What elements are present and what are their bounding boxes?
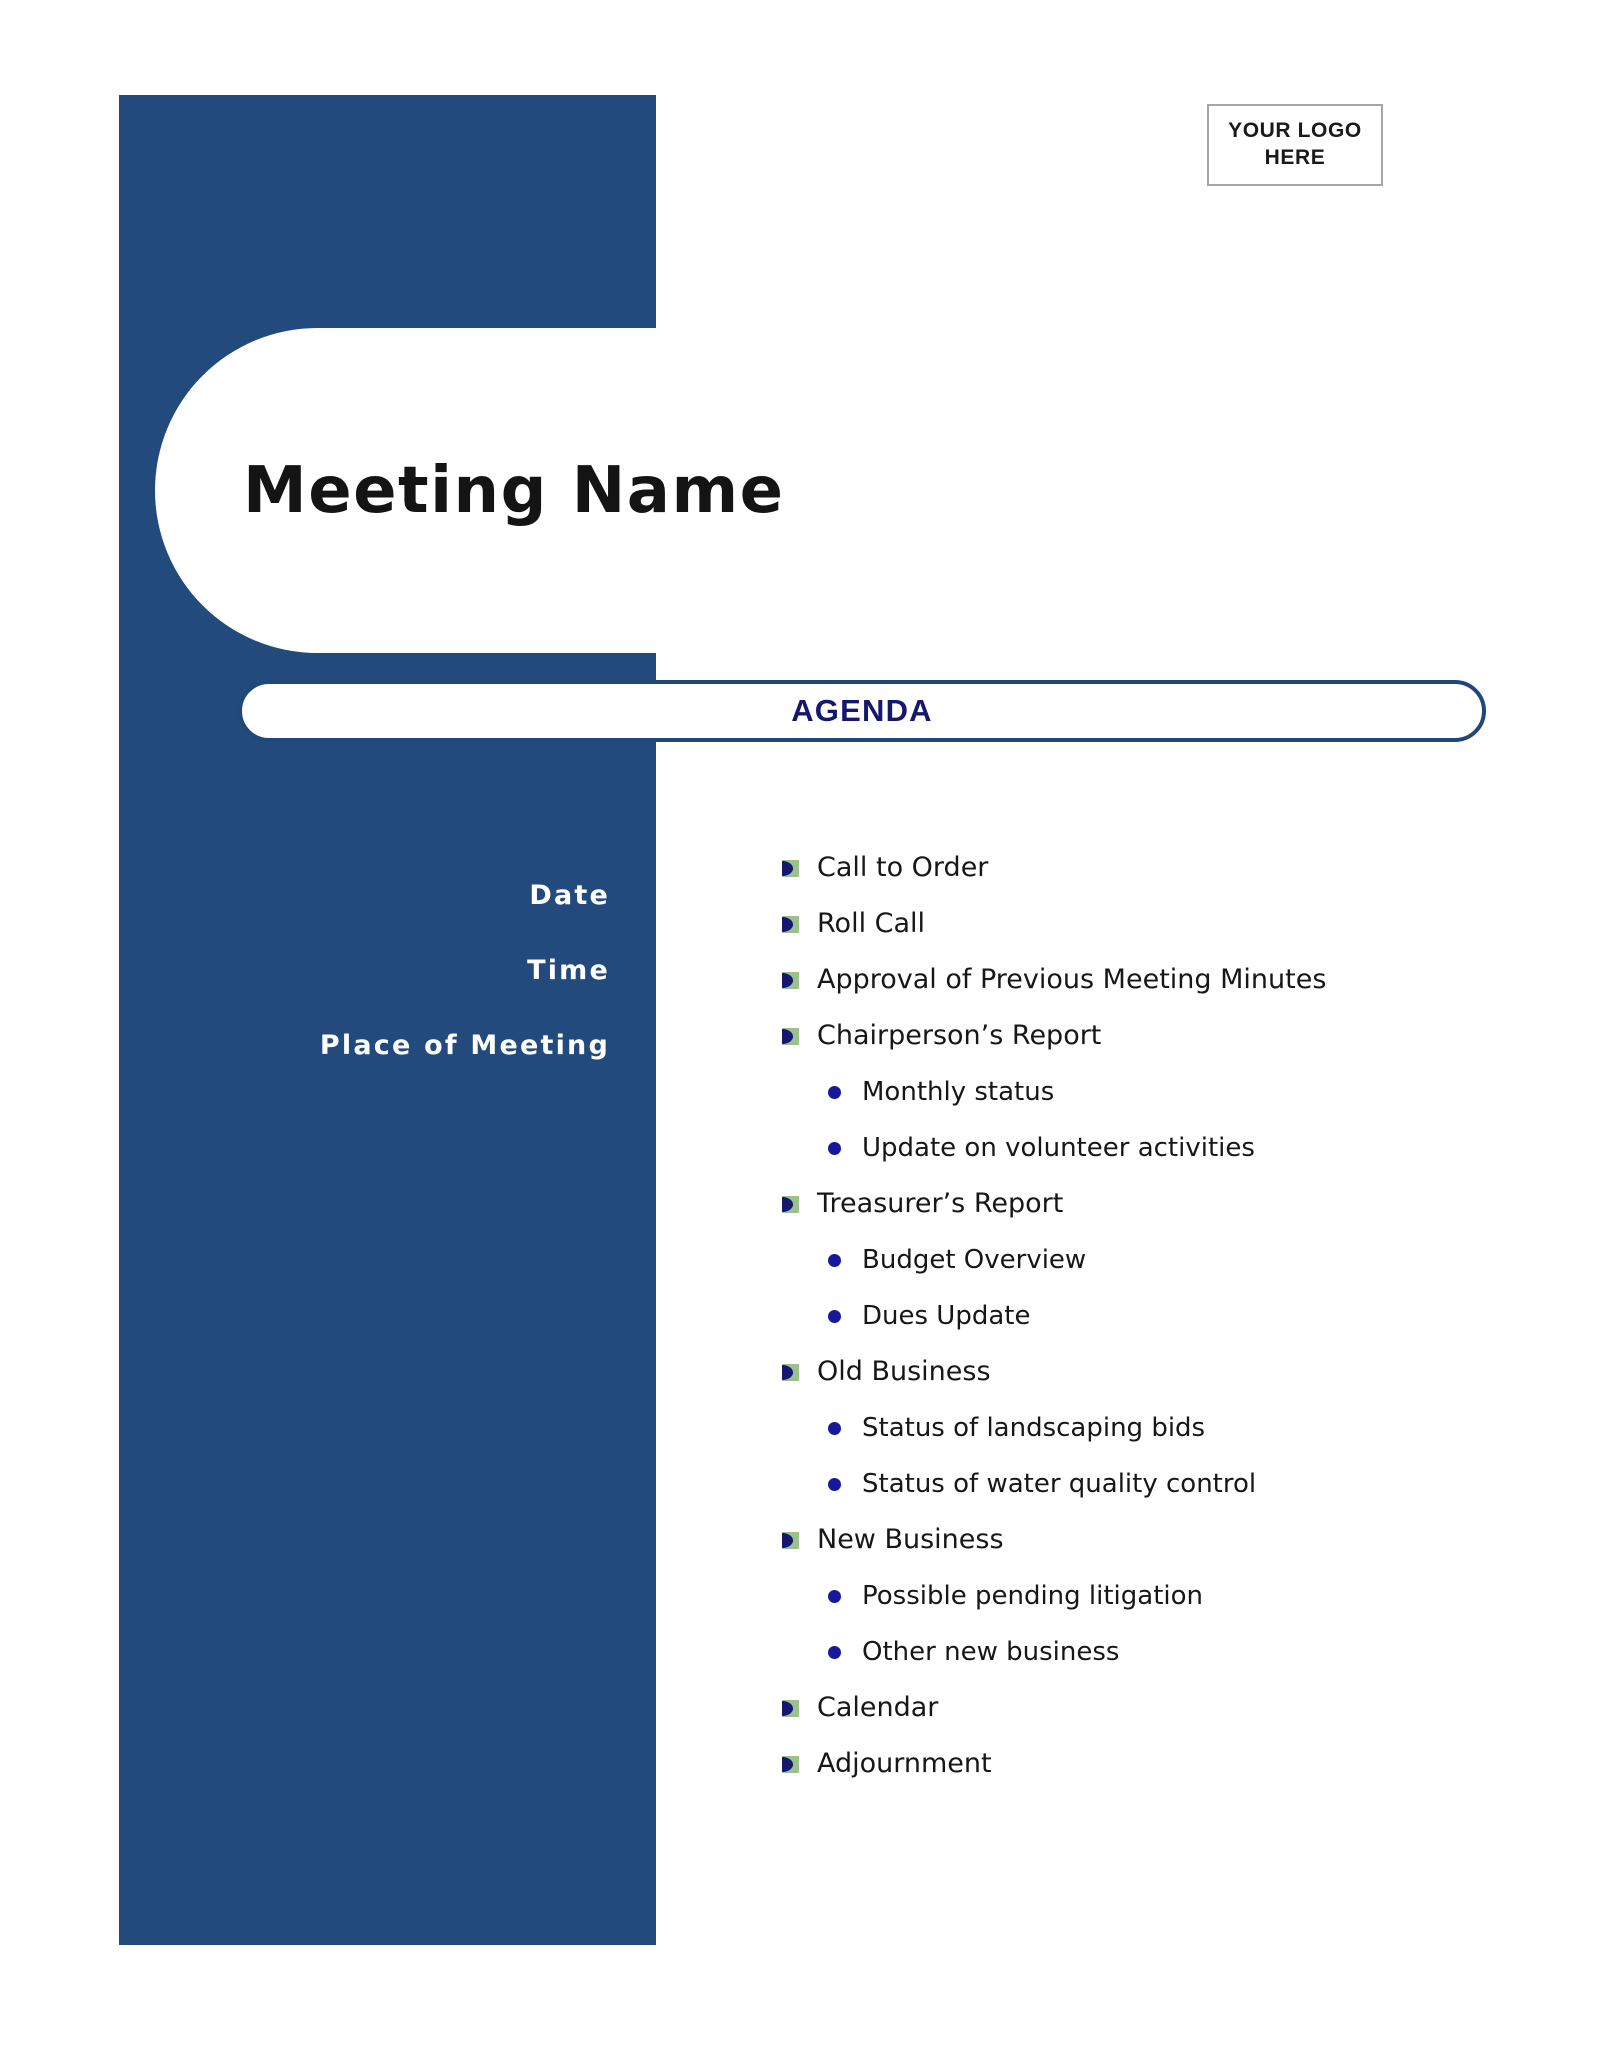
navy-dot-bullet-icon bbox=[828, 1086, 841, 1099]
sidebar-field-date: Date bbox=[529, 880, 610, 911]
agenda-item-label: Calendar bbox=[817, 1692, 939, 1723]
agenda-item-label: Call to Order bbox=[817, 852, 989, 883]
logo-line-2: HERE bbox=[1264, 146, 1326, 169]
agenda-subitem: Update on volunteer activities bbox=[828, 1120, 1542, 1176]
agenda-item-label: Possible pending litigation bbox=[862, 1581, 1204, 1611]
agenda-item: New Business bbox=[782, 1512, 1542, 1568]
agenda-item: Treasurer’s Report bbox=[782, 1176, 1542, 1232]
navy-dot-bullet-icon bbox=[828, 1590, 841, 1603]
agenda-heading-pill: AGENDA bbox=[238, 680, 1486, 742]
title-pill: Meeting Name bbox=[155, 328, 1155, 653]
agenda-subitem: Other new business bbox=[828, 1624, 1542, 1680]
agenda-subitem: Status of water quality control bbox=[828, 1456, 1542, 1512]
agenda-item: Call to Order bbox=[782, 840, 1542, 896]
agenda-item: Approval of Previous Meeting Minutes bbox=[782, 952, 1542, 1008]
sidebar-field-place: Place of Meeting bbox=[319, 1030, 610, 1061]
agenda-item-label: Status of water quality control bbox=[862, 1469, 1257, 1499]
agenda-item-list: Call to Order Roll Call Approval of Previo… bbox=[782, 840, 1542, 1792]
agenda-item-label: Budget Overview bbox=[862, 1245, 1087, 1275]
green-arrow-bullet-icon bbox=[782, 860, 799, 877]
page-title: Meeting Name bbox=[243, 453, 785, 528]
green-arrow-bullet-icon bbox=[782, 1756, 799, 1773]
agenda-item-label: New Business bbox=[817, 1524, 1004, 1555]
navy-dot-bullet-icon bbox=[828, 1422, 841, 1435]
logo-placeholder-box: YOUR LOGO HERE bbox=[1207, 104, 1383, 186]
green-arrow-bullet-icon bbox=[782, 1364, 799, 1381]
blue-panel-top bbox=[119, 95, 656, 328]
agenda-page: YOUR LOGO HERE Meeting Name AGENDA Date … bbox=[0, 0, 1600, 2070]
logo-line-1: YOUR LOGO bbox=[1228, 119, 1362, 143]
green-arrow-bullet-icon bbox=[782, 1028, 799, 1045]
agenda-subitem: Monthly status bbox=[828, 1064, 1542, 1120]
sidebar-field-list: Date Time Place of Meeting bbox=[119, 880, 610, 1061]
sidebar-field-time: Time bbox=[527, 955, 610, 986]
navy-dot-bullet-icon bbox=[828, 1646, 841, 1659]
agenda-item-label: Dues Update bbox=[862, 1301, 1031, 1331]
green-arrow-bullet-icon bbox=[782, 972, 799, 989]
agenda-item-label: Monthly status bbox=[862, 1077, 1055, 1107]
agenda-item-label: Approval of Previous Meeting Minutes bbox=[817, 964, 1327, 995]
agenda-subitem: Possible pending litigation bbox=[828, 1568, 1542, 1624]
green-arrow-bullet-icon bbox=[782, 1196, 799, 1213]
agenda-item: Roll Call bbox=[782, 896, 1542, 952]
green-arrow-bullet-icon bbox=[782, 916, 799, 933]
agenda-item-label: Other new business bbox=[862, 1637, 1120, 1667]
agenda-item: Chairperson’s Report bbox=[782, 1008, 1542, 1064]
navy-dot-bullet-icon bbox=[828, 1142, 841, 1155]
navy-dot-bullet-icon bbox=[828, 1254, 841, 1267]
agenda-item-label: Treasurer’s Report bbox=[817, 1188, 1064, 1219]
agenda-subitem: Budget Overview bbox=[828, 1232, 1542, 1288]
agenda-item: Calendar bbox=[782, 1680, 1542, 1736]
agenda-item: Old Business bbox=[782, 1344, 1542, 1400]
navy-dot-bullet-icon bbox=[828, 1310, 841, 1323]
agenda-item-label: Status of landscaping bids bbox=[862, 1413, 1206, 1443]
agenda-item-label: Adjournment bbox=[817, 1748, 992, 1779]
agenda-item-label: Roll Call bbox=[817, 908, 926, 939]
green-arrow-bullet-icon bbox=[782, 1700, 799, 1717]
agenda-heading-label: AGENDA bbox=[791, 693, 933, 728]
agenda-subitem: Status of landscaping bids bbox=[828, 1400, 1542, 1456]
agenda-item-label: Update on volunteer activities bbox=[862, 1133, 1255, 1163]
navy-dot-bullet-icon bbox=[828, 1478, 841, 1491]
agenda-subitem: Dues Update bbox=[828, 1288, 1542, 1344]
agenda-item: Adjournment bbox=[782, 1736, 1542, 1792]
agenda-item-label: Old Business bbox=[817, 1356, 991, 1387]
agenda-item-label: Chairperson’s Report bbox=[817, 1020, 1102, 1051]
green-arrow-bullet-icon bbox=[782, 1532, 799, 1549]
